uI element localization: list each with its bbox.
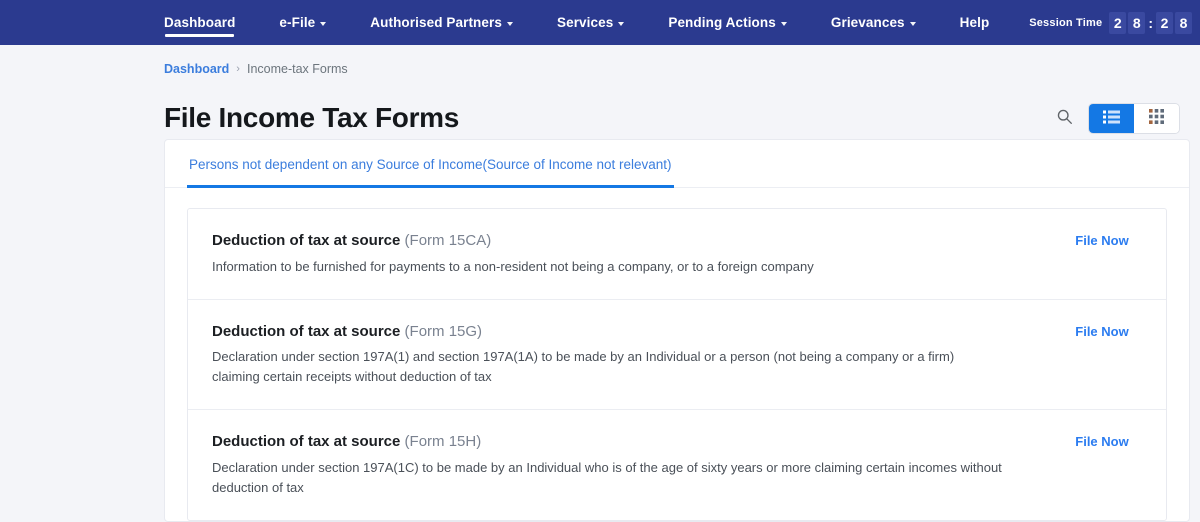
breadcrumb-current: Income-tax Forms — [246, 62, 348, 76]
list-view-icon — [1103, 110, 1120, 127]
file-now-link[interactable]: File Now — [1075, 233, 1128, 248]
session-timer-digits: 28:28 — [1109, 11, 1192, 34]
form-row: Deduction of tax at source (Form 15G) Dec… — [188, 300, 1166, 411]
form-details: Deduction of tax at source (Form 15H) Dec… — [212, 432, 1038, 498]
form-details: Deduction of tax at source (Form 15CA) In… — [212, 231, 1038, 277]
form-details: Deduction of tax at source (Form 15G) Dec… — [212, 322, 1038, 388]
nav-item-label: Help — [959, 15, 990, 30]
search-icon — [1056, 108, 1073, 128]
form-name: Deduction of tax at source — [212, 232, 401, 249]
tab-persons-not-dependent[interactable]: Persons not dependent on any Source of I… — [187, 140, 674, 188]
page-header-row: File Income Tax Forms — [164, 97, 1190, 139]
nav-items: Dashboard e-File Authorised Partners Servic… — [164, 0, 1029, 45]
chevron-down-icon — [909, 21, 916, 26]
chevron-down-icon — [320, 21, 327, 26]
nav-item-dashboard[interactable]: Dashboard — [164, 0, 235, 45]
session-timer-label: Session Time — [1029, 16, 1103, 29]
form-name: Deduction of tax at source — [212, 322, 401, 340]
list-view-button[interactable] — [1089, 103, 1134, 133]
form-title: Deduction of tax at source (Form 15CA) — [212, 231, 1014, 251]
session-minute-digit: 2 — [1109, 11, 1127, 34]
file-now-link[interactable]: File Now — [1075, 324, 1128, 339]
form-description: Declaration under section 197A(1C) to be… — [212, 459, 1002, 496]
session-minute-digit: 8 — [1128, 11, 1146, 34]
form-code: (Form 15G) — [404, 322, 483, 340]
nav-item-label: Services — [556, 15, 614, 30]
nav-item-authorised-partners[interactable]: Authorised Partners — [370, 0, 513, 45]
form-code: (Form 15H) — [404, 433, 482, 451]
nav-item-label: Authorised Partners — [370, 15, 502, 30]
nav-item-pending-actions[interactable]: Pending Actions — [668, 0, 787, 45]
breadcrumb: Dashboard › Income-tax Forms — [0, 45, 1200, 76]
nav-item-services[interactable]: Services — [556, 0, 625, 45]
form-name: Deduction of tax at source — [212, 433, 401, 451]
chevron-down-icon — [506, 21, 513, 26]
form-description: Information to be furnished for payments… — [212, 258, 814, 274]
breadcrumb-dashboard-link[interactable]: Dashboard — [164, 62, 229, 76]
session-second-digit: 8 — [1175, 11, 1192, 34]
nav-item-label: e-File — [279, 15, 316, 30]
nav-item-label: Grievances — [830, 15, 905, 30]
form-row: Deduction of tax at source (Form 15CA) In… — [188, 209, 1166, 300]
tab-bar: Persons not dependent on any Source of I… — [165, 140, 1189, 188]
breadcrumb-separator-icon: › — [236, 63, 240, 75]
form-action-cell: File Now — [1038, 432, 1166, 449]
form-row: Deduction of tax at source (Form 15H) Dec… — [188, 410, 1166, 520]
session-second-digit: 2 — [1156, 11, 1173, 34]
form-description: Declaration under section 197A(1) and se… — [212, 349, 955, 385]
session-timer: Session Time 28:28 — [1029, 0, 1200, 45]
form-code: (Form 15CA) — [404, 232, 492, 249]
view-controls — [1052, 102, 1190, 134]
forms-list: Deduction of tax at source (Form 15CA) In… — [187, 208, 1167, 522]
chevron-down-icon — [618, 21, 625, 26]
nav-item-e-file[interactable]: e-File — [279, 0, 327, 45]
nav-item-label: Pending Actions — [668, 15, 776, 30]
page-title: File Income Tax Forms — [164, 102, 460, 133]
search-button[interactable] — [1052, 106, 1076, 130]
nav-item-label: Dashboard — [164, 15, 236, 30]
nav-item-grievances[interactable]: Grievances — [831, 0, 916, 45]
nav-item-help[interactable]: Help — [960, 0, 990, 45]
view-toggle-group — [1088, 102, 1180, 134]
file-now-link[interactable]: File Now — [1075, 434, 1128, 449]
chevron-down-icon — [780, 21, 787, 26]
form-action-cell: File Now — [1038, 231, 1166, 248]
content-panel: Persons not dependent on any Source of I… — [164, 139, 1190, 522]
grid-view-icon — [1149, 109, 1164, 127]
form-title: Deduction of tax at source (Form 15G) — [212, 322, 1014, 342]
form-title: Deduction of tax at source (Form 15H) — [212, 432, 1014, 452]
session-timer-separator: : — [1148, 14, 1153, 31]
top-navigation-bar: Dashboard e-File Authorised Partners Servic… — [0, 0, 1200, 45]
grid-view-button[interactable] — [1134, 103, 1179, 133]
form-action-cell: File Now — [1038, 322, 1166, 339]
